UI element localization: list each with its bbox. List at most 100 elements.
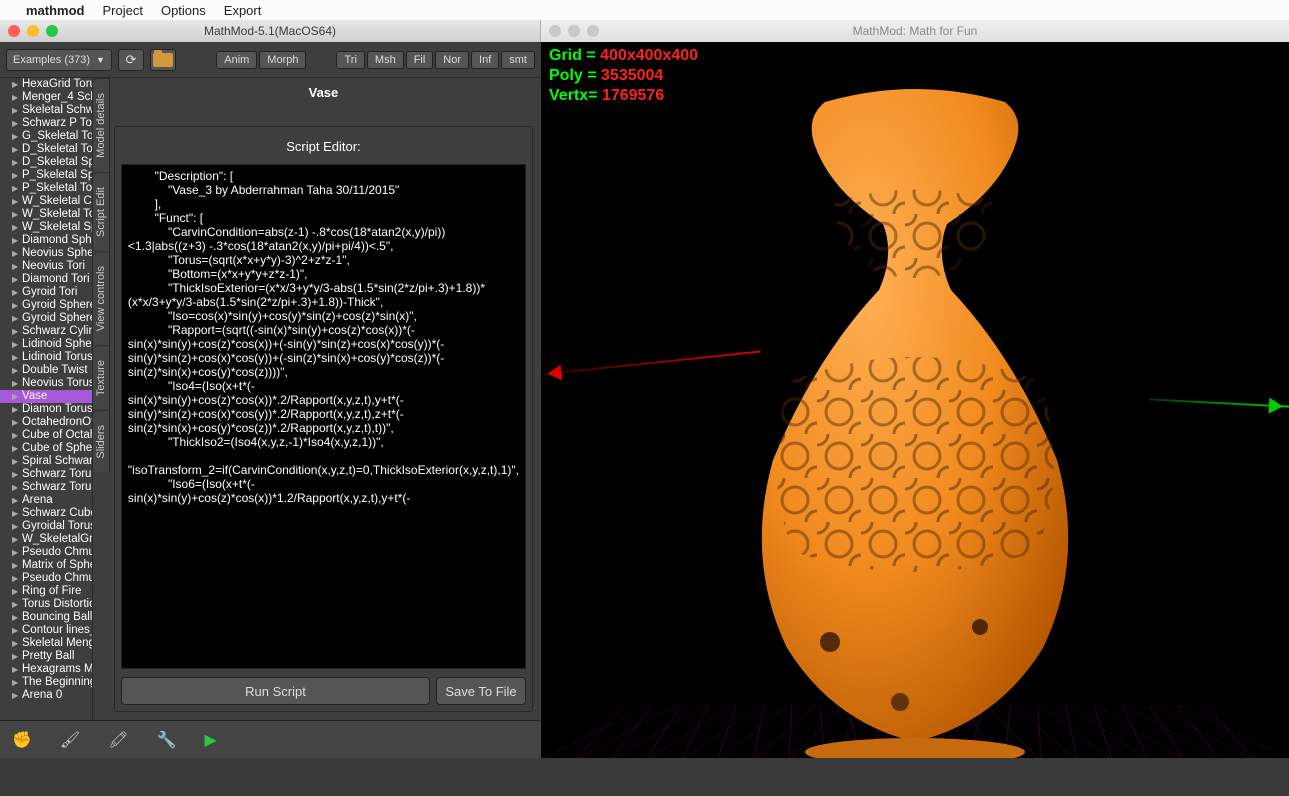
tree-item[interactable]: Schwarz Torus...: [0, 468, 92, 481]
viewport-stats: Grid = 400x400x400 Poly = 3535004 Vertx=…: [549, 46, 698, 106]
tree-item[interactable]: Schwarz Torus...: [0, 481, 92, 494]
grid-value: 400x400x400: [600, 47, 698, 64]
examples-combo-label: Examples (373): [13, 54, 90, 66]
tree-item[interactable]: Torus Distortion: [0, 598, 92, 611]
run-script-button[interactable]: Run Script: [121, 677, 430, 705]
tree-item[interactable]: W_SkeletalGra...: [0, 533, 92, 546]
tree-item[interactable]: Arena 0: [0, 689, 92, 702]
tree-item[interactable]: Bouncing Ball: [0, 611, 92, 624]
menu-export[interactable]: Export: [224, 3, 262, 18]
tree-item[interactable]: Diamond Tori: [0, 273, 92, 286]
zoom-icon[interactable]: [46, 25, 58, 37]
right-window-title: MathMod: Math for Fun: [541, 24, 1289, 38]
tree-item[interactable]: Gyroid Sphere: [0, 299, 92, 312]
tree-item[interactable]: Lidinoid Sphere: [0, 338, 92, 351]
titlebars: MathMod-5.1(MacOS64) MathMod: Math for F…: [0, 20, 1289, 42]
tree-item[interactable]: D_Skeletal Sph...: [0, 156, 92, 169]
tree-item[interactable]: P_Skeletal Tori: [0, 182, 92, 195]
msh-toggle[interactable]: Msh: [367, 51, 404, 69]
morph-toggle[interactable]: Morph: [259, 51, 306, 69]
tree-item[interactable]: Matrix of Sphe...: [0, 559, 92, 572]
script-textarea[interactable]: "Description": [ "Vase_3 by Abderrahman …: [121, 164, 526, 669]
paint-icon[interactable]: 🖍: [108, 730, 128, 750]
bottom-toolbar: ✊ 🖌 🖍 🔧 ▶: [0, 720, 541, 758]
model-name: Vase: [114, 82, 533, 104]
tab-view-controls[interactable]: View controls: [93, 251, 110, 345]
tree-item[interactable]: Vase: [0, 390, 92, 403]
refresh-icon: ⟳: [126, 52, 137, 68]
examples-tree[interactable]: HexaGrid TorusMenger_4 Sch...Skeletal Sc…: [0, 78, 93, 720]
tree-item[interactable]: Schwarz Cube ...: [0, 507, 92, 520]
tree-item[interactable]: Pseudo Chmut...: [0, 572, 92, 585]
tree-item[interactable]: Gyroidal Torus: [0, 520, 92, 533]
save-to-file-button[interactable]: Save To File: [436, 677, 526, 705]
tree-item[interactable]: W_Skeletal Cyl...: [0, 195, 92, 208]
tree-item[interactable]: G_Skeletal Tori: [0, 130, 92, 143]
tree-item[interactable]: Pseudo Chmut...: [0, 546, 92, 559]
tree-item[interactable]: W_Skeletal Sp...: [0, 221, 92, 234]
viewport[interactable]: Grid = 400x400x400 Poly = 3535004 Vertx=…: [541, 42, 1289, 758]
tree-item[interactable]: W_Skeletal Tori: [0, 208, 92, 221]
poly-label: Poly =: [549, 67, 601, 84]
tree-item[interactable]: Gyroid Tori: [0, 286, 92, 299]
vertx-label: Vertx=: [549, 87, 602, 104]
tree-item[interactable]: Skeletal Schw...: [0, 104, 92, 117]
app-name[interactable]: mathmod: [26, 3, 85, 18]
wrench-icon[interactable]: 🔧: [157, 730, 177, 750]
zoom-icon[interactable]: [587, 25, 599, 37]
close-icon[interactable]: [8, 25, 20, 37]
tree-item[interactable]: Pretty Ball: [0, 650, 92, 663]
tree-item[interactable]: Double Twist ...: [0, 364, 92, 377]
left-window-title: MathMod-5.1(MacOS64): [0, 24, 540, 38]
minimize-icon[interactable]: [568, 25, 580, 37]
tree-item[interactable]: Hexagrams Me...: [0, 663, 92, 676]
tree-item[interactable]: Diamon Torus: [0, 403, 92, 416]
hand-icon[interactable]: ✊: [12, 730, 32, 750]
tab-sliders[interactable]: Sliders: [93, 410, 110, 473]
brush-icon[interactable]: 🖌: [60, 730, 80, 750]
smt-toggle[interactable]: smt: [501, 51, 535, 69]
menu-options[interactable]: Options: [161, 3, 206, 18]
tree-item[interactable]: The Beginning: [0, 676, 92, 689]
tree-item[interactable]: Gyroid Sphere: [0, 312, 92, 325]
tree-item[interactable]: OctahedronOf...: [0, 416, 92, 429]
refresh-button[interactable]: ⟳: [118, 49, 144, 71]
traffic-lights-right: [549, 25, 599, 37]
menu-project[interactable]: Project: [103, 3, 143, 18]
script-editor-box: Script Editor: "Description": [ "Vase_3 …: [114, 126, 533, 712]
tab-texture[interactable]: Texture: [93, 345, 110, 410]
tree-item[interactable]: Schwarz P Tori: [0, 117, 92, 130]
tree-item[interactable]: HexaGrid Torus: [0, 78, 92, 91]
minimize-icon[interactable]: [27, 25, 39, 37]
tree-item[interactable]: Ring of Fire: [0, 585, 92, 598]
tab-model-details[interactable]: Model details: [93, 78, 110, 172]
tree-item[interactable]: Menger_4 Sch...: [0, 91, 92, 104]
tree-item[interactable]: D_Skeletal Tori: [0, 143, 92, 156]
tree-item[interactable]: Neovius Tori: [0, 260, 92, 273]
render-toggles: Tri Msh Fil Nor Inf smt: [336, 51, 535, 69]
chevron-down-icon: ▼: [96, 55, 105, 65]
tree-item[interactable]: Contour lines_1: [0, 624, 92, 637]
tree-item[interactable]: Spiral Schwarz...: [0, 455, 92, 468]
nor-toggle[interactable]: Nor: [435, 51, 469, 69]
fil-toggle[interactable]: Fil: [406, 51, 434, 69]
anim-toggle[interactable]: Anim: [216, 51, 257, 69]
tree-item[interactable]: Neovius Sphere: [0, 247, 92, 260]
tab-script-edit[interactable]: Script Edit: [93, 172, 110, 251]
tree-item[interactable]: Schwarz Cylin...: [0, 325, 92, 338]
tree-item[interactable]: P_Skeletal Sph...: [0, 169, 92, 182]
tree-item[interactable]: Skeletal Menger: [0, 637, 92, 650]
tree-item[interactable]: Diamond Sphere: [0, 234, 92, 247]
vase-model: [685, 82, 1145, 758]
play-icon[interactable]: ▶: [204, 730, 216, 750]
tree-item[interactable]: Lidinoid Torus: [0, 351, 92, 364]
tri-toggle[interactable]: Tri: [336, 51, 364, 69]
close-icon[interactable]: [549, 25, 561, 37]
inf-toggle[interactable]: Inf: [471, 51, 499, 69]
examples-combo[interactable]: Examples (373) ▼: [6, 49, 112, 71]
tree-item[interactable]: Neovius Torus: [0, 377, 92, 390]
tree-item[interactable]: Cube of Octah...: [0, 429, 92, 442]
tree-item[interactable]: Cube of Spheres: [0, 442, 92, 455]
tree-item[interactable]: Arena: [0, 494, 92, 507]
open-folder-button[interactable]: [150, 49, 176, 71]
